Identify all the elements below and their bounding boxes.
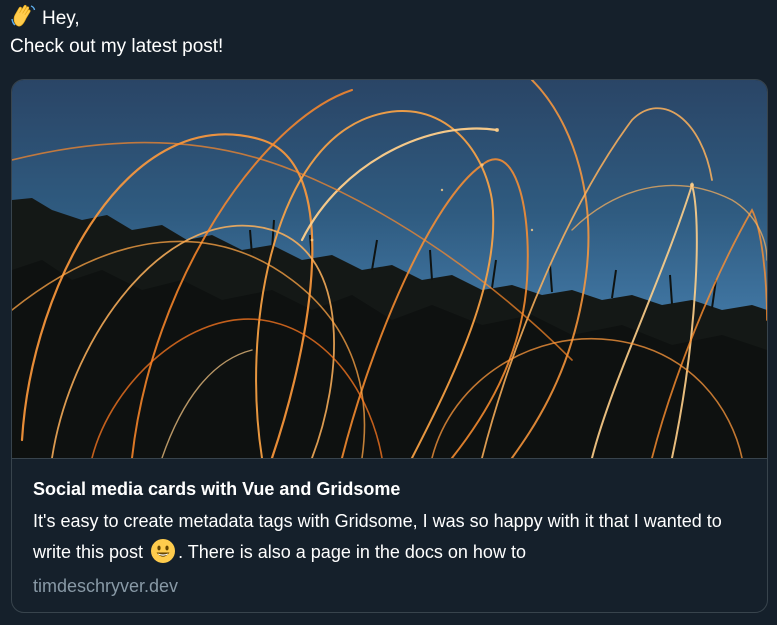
greeting-text: Hey, bbox=[42, 8, 80, 29]
tweet-text: Hey, Check out my latest post! bbox=[10, 4, 223, 61]
tweet: Hey, Check out my latest post! Social me… bbox=[0, 0, 777, 625]
card-description: It's easy to create metadata tags with G… bbox=[33, 506, 753, 568]
card-description-text-continued: . There is also a page in the docs on ho… bbox=[178, 542, 526, 562]
waving-hand-icon bbox=[10, 4, 38, 28]
card-body: Social media cards with Vue and Gridsome… bbox=[33, 477, 753, 598]
grinning-face-icon bbox=[150, 538, 176, 564]
greeting-line: Hey, bbox=[10, 4, 223, 33]
card-image[interactable] bbox=[12, 80, 767, 459]
link-preview-card[interactable]: Social media cards with Vue and Gridsome… bbox=[11, 79, 768, 613]
tweet-body-text: Check out my latest post! bbox=[10, 36, 224, 57]
card-title[interactable]: Social media cards with Vue and Gridsome bbox=[33, 477, 753, 501]
card-domain[interactable]: timdeschryver.dev bbox=[33, 574, 753, 598]
sparkler-light-trails-image bbox=[12, 80, 767, 458]
